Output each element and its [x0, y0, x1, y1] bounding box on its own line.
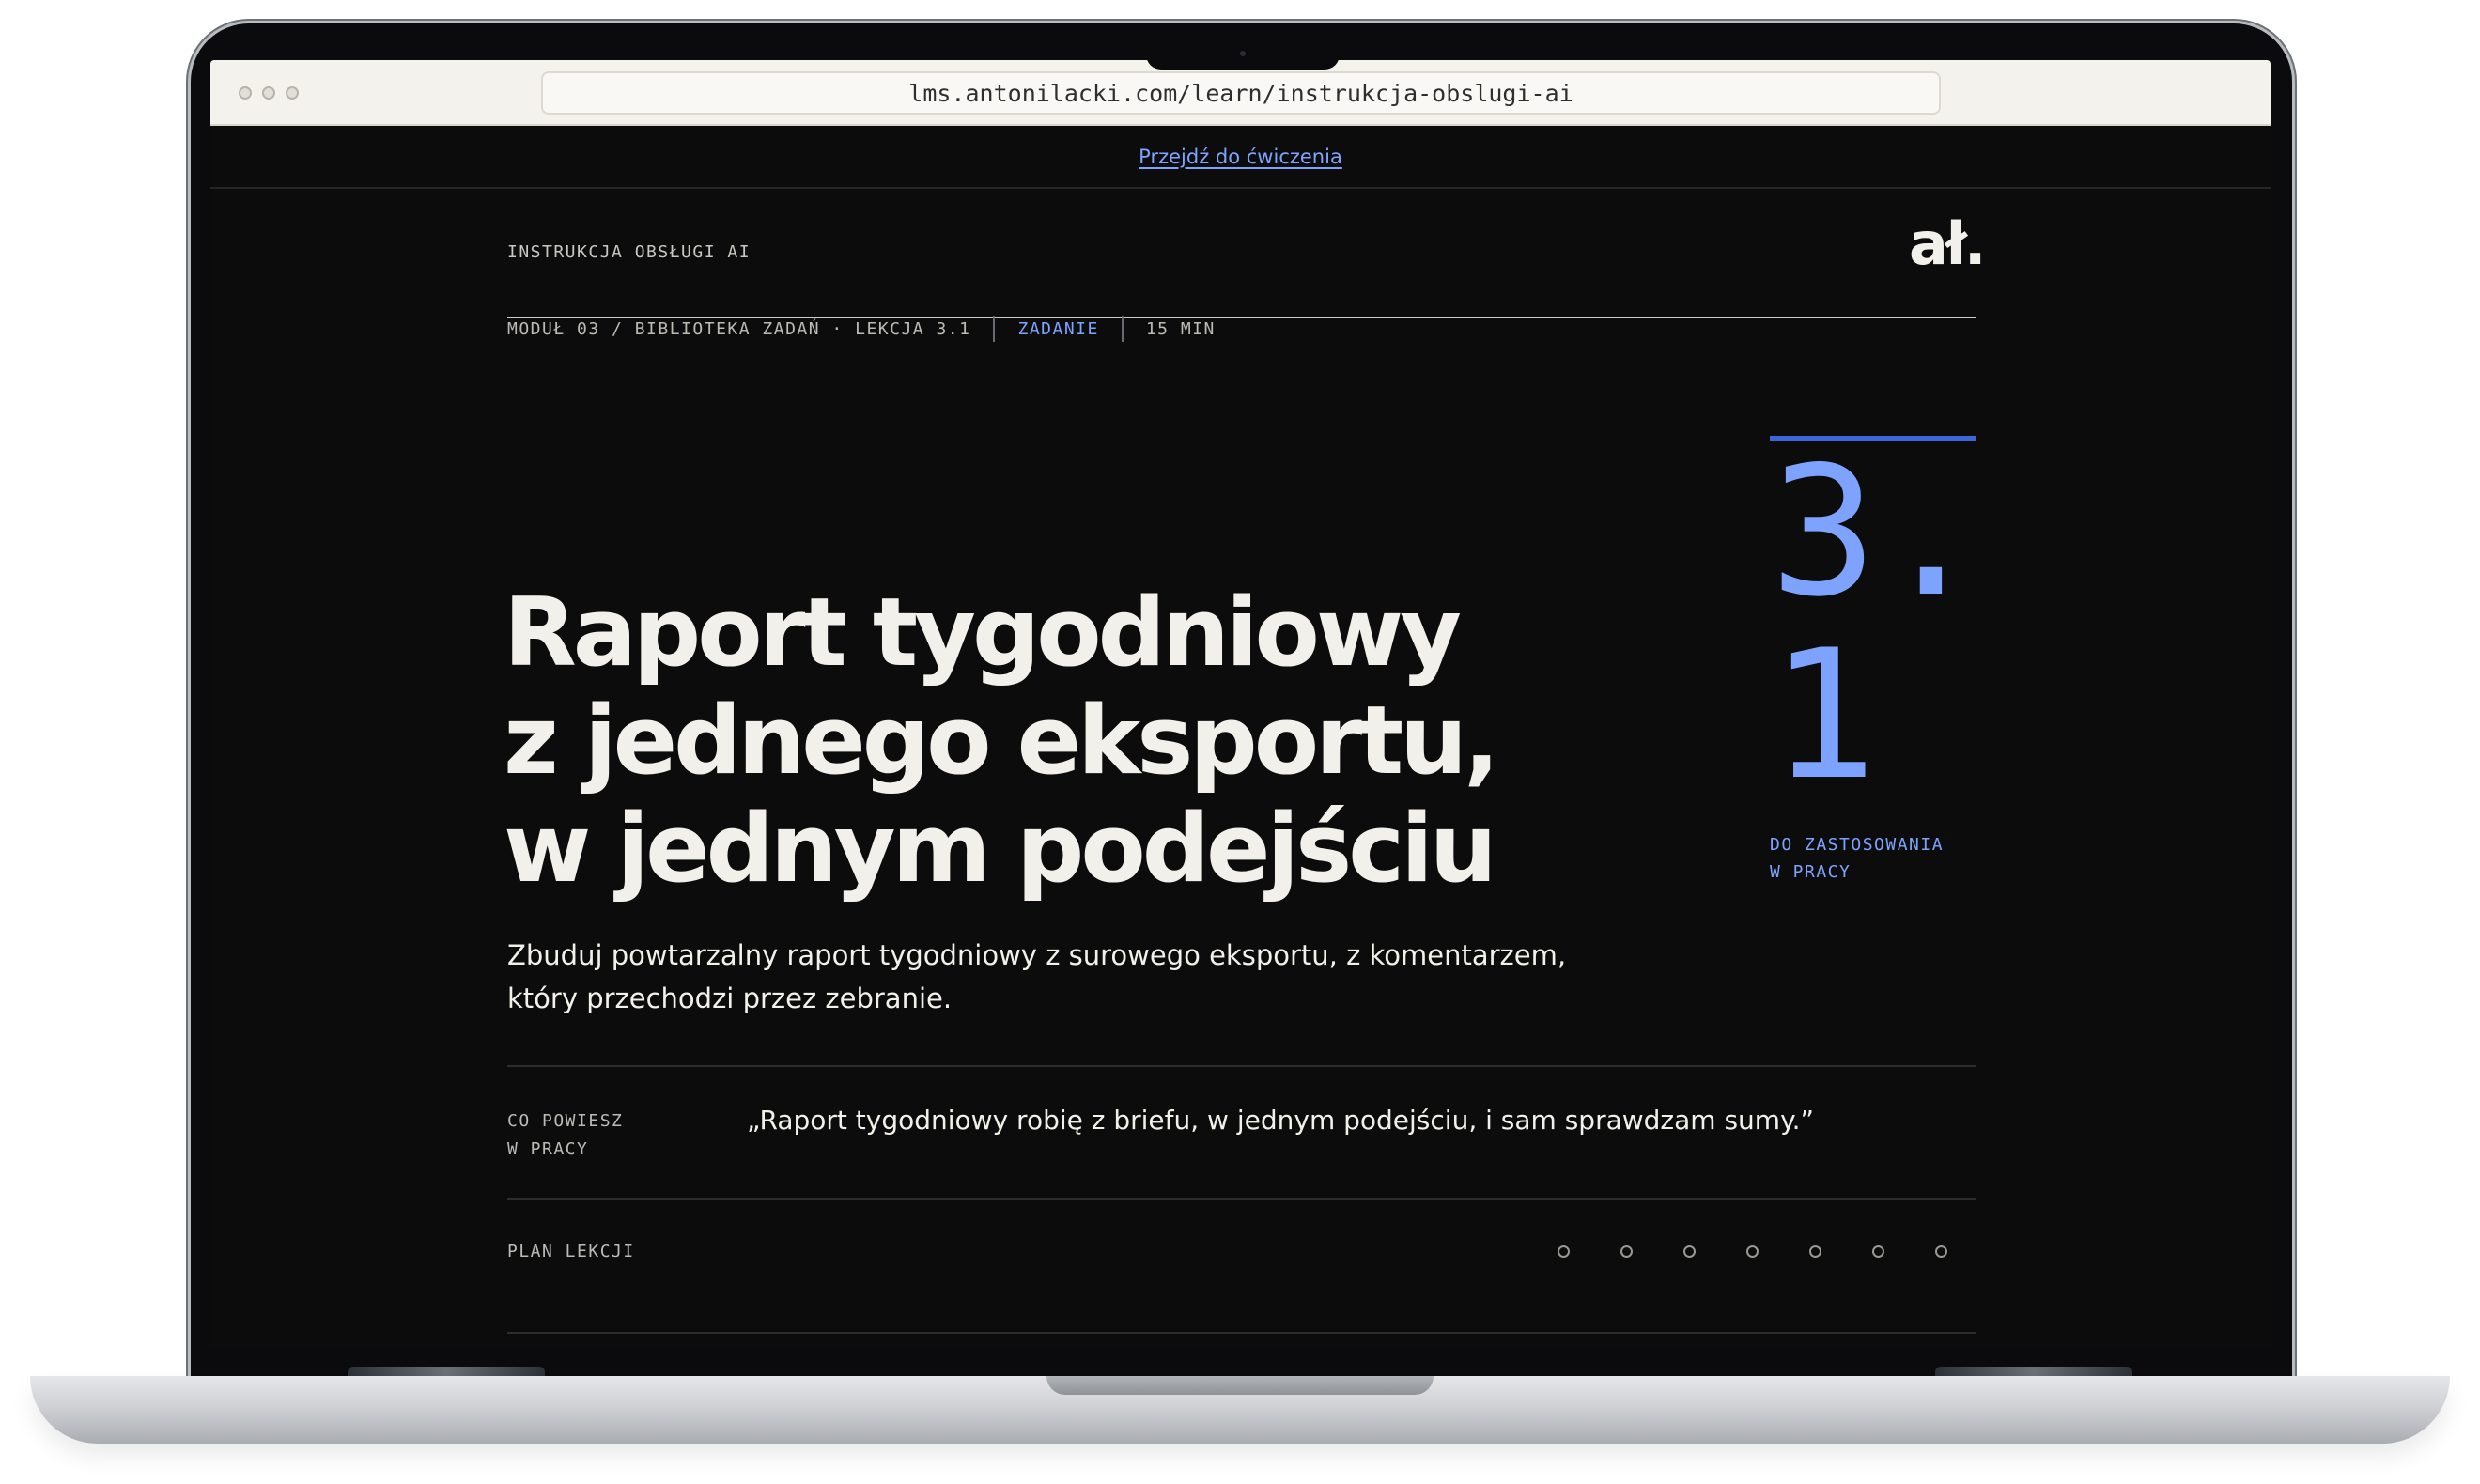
plan-step-dot[interactable] [1872, 1245, 1884, 1258]
lesson-meta: MODUŁ 03 / BIBLIOTEKA ZADAŃ · LEKCJA 3.1… [507, 316, 1216, 342]
meta-separator [1121, 316, 1124, 342]
plan-step-dot[interactable] [1620, 1245, 1633, 1258]
lesson-lede: Zbuduj powtarzalny raport tygodniowy z s… [507, 934, 1597, 1020]
address-bar[interactable]: lms.antonilacki.com/learn/instrukcja-obs… [541, 71, 1941, 115]
brand-logo[interactable]: ał. [1909, 215, 1986, 273]
lesson-number-column: 3. 1 DO ZASTOSOWANIA W PRACY [1770, 428, 1985, 886]
laptop-base-lip [1046, 1376, 1434, 1395]
course-eyebrow: INSTRUKCJA OBSŁUGI AI [507, 242, 752, 262]
skip-bar: Przejdź do ćwiczenia [210, 126, 2271, 189]
section-divider [507, 1198, 1976, 1200]
laptop-hinge-left [348, 1367, 545, 1376]
skip-to-exercise-link[interactable]: Przejdź do ćwiczenia [1139, 146, 1342, 168]
lesson-number-minor: 1 [1770, 611, 1878, 819]
lesson-plan-steps [1558, 1245, 1947, 1258]
lesson-number-major: 3. [1770, 428, 1985, 636]
lesson-title: Raport tygodniowy z jednego eksportu, w … [504, 579, 1631, 903]
lesson-title-line: Raport tygodniowy [504, 577, 1462, 688]
window-close-button[interactable] [239, 86, 252, 100]
meta-separator [993, 316, 996, 342]
address-bar-url: lms.antonilacki.com/learn/instrukcja-obs… [908, 79, 1573, 107]
lesson-number: 3. 1 [1770, 428, 1985, 819]
lesson-title-line: z jednego eksportu, [504, 685, 1499, 796]
laptop-hinge-right [1935, 1367, 2132, 1376]
say-label: CO POWIESZ W PRACY [507, 1107, 623, 1164]
lede-line: który przechodzi przez zebranie. [507, 982, 953, 1014]
window-minimize-button[interactable] [262, 86, 275, 100]
breadcrumb: MODUŁ 03 / BIBLIOTEKA ZADAŃ · LEKCJA 3.1 [507, 318, 971, 339]
lede-line: Zbuduj powtarzalny raport tygodniowy z s… [507, 939, 1567, 971]
lesson-number-note: DO ZASTOSOWANIA W PRACY [1770, 831, 1976, 886]
plan-step-dot[interactable] [1935, 1245, 1947, 1258]
plan-step-dot[interactable] [1746, 1245, 1759, 1258]
lesson-title-line: w jednym podejściu [504, 793, 1497, 904]
lesson-duration: 15 MIN [1145, 318, 1216, 339]
window-maximize-button[interactable] [286, 86, 299, 100]
section-divider [507, 1332, 1976, 1334]
browser-chrome: lms.antonilacki.com/learn/instrukcja-obs… [210, 60, 2271, 126]
say-quote: „Raport tygodniowy robię z briefu, w jed… [747, 1105, 1815, 1136]
camera-icon [1240, 51, 1246, 56]
plan-step-dot[interactable] [1558, 1245, 1570, 1258]
section-divider [507, 1065, 1976, 1067]
lesson-type-tag: ZADANIE [1017, 318, 1099, 339]
screen: lms.antonilacki.com/learn/instrukcja-obs… [210, 60, 2271, 1347]
plan-step-dot[interactable] [1683, 1245, 1696, 1258]
say-label-line: W PRACY [507, 1139, 589, 1159]
plan-step-dot[interactable] [1809, 1245, 1821, 1258]
lesson-number-note-line: W PRACY [1770, 862, 1852, 882]
say-label-line: CO POWIESZ [507, 1111, 624, 1131]
lesson-number-note-line: DO ZASTOSOWANIA [1770, 835, 1945, 855]
lesson-plan-label: PLAN LEKCJI [507, 1242, 635, 1261]
